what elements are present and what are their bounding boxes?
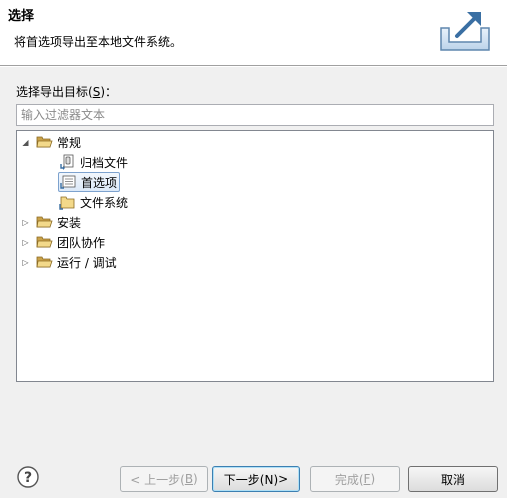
tree-node-label: 归档文件	[80, 155, 129, 170]
tree-node-archive-file[interactable]: 归档文件	[59, 153, 128, 171]
tree-node-install[interactable]: ▷ 安装	[21, 213, 81, 231]
tree-node-label: 安装	[57, 215, 82, 230]
tree-node-label: 常规	[57, 135, 82, 150]
svg-text:?: ?	[24, 470, 32, 486]
page-title: 选择	[8, 9, 35, 24]
tree-node-label: 运行 / 调试	[57, 255, 117, 270]
export-target-label: 选择导出目标(S)：	[16, 85, 117, 99]
folder-icon	[36, 214, 53, 230]
tree-node-label: 团队协作	[57, 235, 106, 250]
next-button[interactable]: 下一步(N) >	[212, 466, 300, 492]
back-button[interactable]: < 上一步(B)	[120, 466, 208, 492]
folder-icon	[36, 254, 53, 270]
collapsed-arrow-icon[interactable]: ▷	[21, 238, 30, 247]
tree-node-label: 首选项	[81, 175, 118, 190]
header-separator	[0, 66, 507, 67]
help-icon[interactable]: ?	[17, 466, 39, 488]
tree-node-label: 文件系统	[80, 195, 129, 210]
folder-icon	[36, 234, 53, 250]
tree-node-team[interactable]: ▷ 团队协作	[21, 233, 105, 251]
cancel-button[interactable]: 取消	[408, 466, 498, 492]
preferences-icon	[60, 174, 77, 190]
tree-node-run-debug[interactable]: ▷ 运行 / 调试	[21, 253, 117, 271]
export-wizard-tree[interactable]: ◢ 常规 归档文件 首选项 文件系统 ▷ 安装 ▷ 团队协作 ▷ 运行 / 调试	[16, 130, 494, 382]
folder-open-icon	[36, 134, 53, 150]
tree-node-general[interactable]: ◢ 常规	[21, 133, 81, 151]
collapsed-arrow-icon[interactable]: ▷	[21, 218, 30, 227]
wizard-header: 选择 将首选项导出至本地文件系统。	[0, 0, 507, 66]
tree-node-preferences[interactable]: 首选项	[58, 172, 121, 192]
collapsed-arrow-icon[interactable]: ▷	[21, 258, 30, 267]
folder-icon	[59, 194, 76, 210]
export-wizard-icon	[437, 6, 493, 54]
expanded-arrow-icon[interactable]: ◢	[21, 138, 30, 147]
tree-node-file-system[interactable]: 文件系统	[59, 193, 128, 211]
finish-button[interactable]: 完成(F)	[310, 466, 400, 492]
archive-file-icon	[59, 154, 76, 170]
page-description: 将首选项导出至本地文件系统。	[14, 35, 183, 49]
filter-input[interactable]	[16, 104, 494, 126]
